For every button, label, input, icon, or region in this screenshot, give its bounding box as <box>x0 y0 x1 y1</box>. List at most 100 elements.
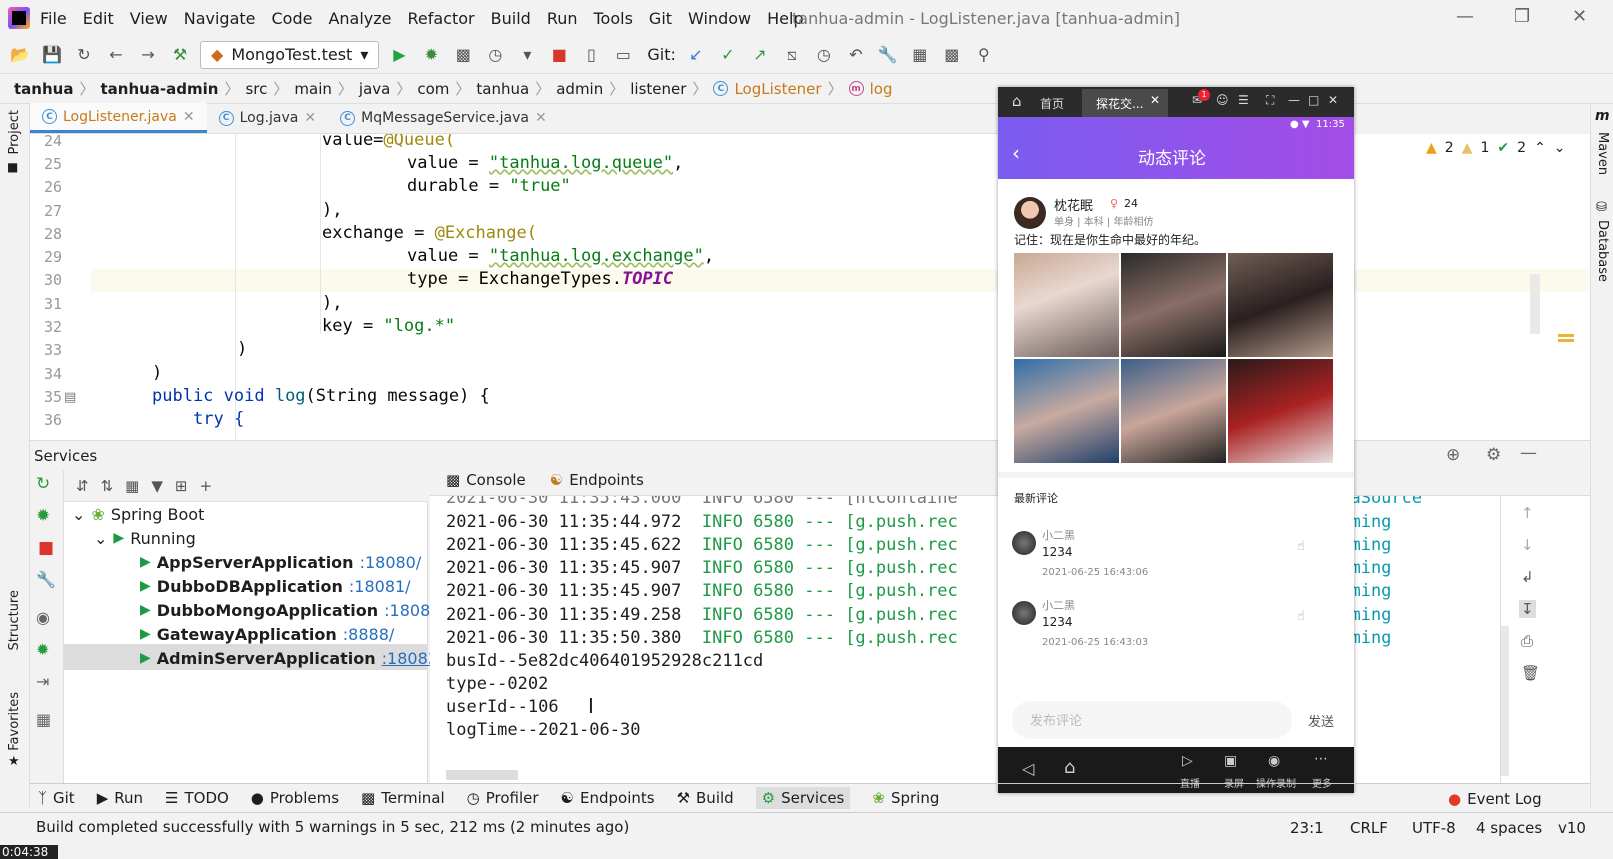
profile-icon[interactable]: ◷ <box>483 43 507 67</box>
git-update-icon[interactable]: ↙ <box>684 43 708 67</box>
down-icon[interactable]: ⌄ <box>1554 140 1566 156</box>
project-tool-label[interactable]: Project <box>7 110 22 154</box>
vcs-branch[interactable]: v10 <box>1558 819 1586 837</box>
home-icon[interactable]: ⌂ <box>1012 92 1022 110</box>
back-icon[interactable]: ← <box>104 43 128 67</box>
close-tab-icon[interactable]: ✕ <box>183 109 195 125</box>
back-nav-icon[interactable]: ◁ <box>1022 759 1034 778</box>
tool-tab-spring[interactable]: ❀ Spring <box>872 789 939 807</box>
camera-icon[interactable]: ◉ <box>36 608 50 627</box>
tool-tab-todo[interactable]: ☰ TODO <box>165 789 229 807</box>
stop-icon[interactable]: ■ <box>547 43 571 67</box>
favorites-tool-label[interactable]: Favorites <box>7 692 22 751</box>
crumb-class[interactable]: LogListener <box>734 80 821 98</box>
tool-tab-run[interactable]: ▶ Run <box>97 789 143 807</box>
indent-setting[interactable]: 4 spaces <box>1476 819 1542 837</box>
gear-icon[interactable]: ⚙ <box>1486 445 1501 465</box>
tree-spring-boot[interactable]: ⌄ ❀ Spring Boot <box>72 502 204 526</box>
warning-marker[interactable] <box>1558 339 1574 342</box>
crumb-method[interactable]: log <box>870 80 893 98</box>
rerun-icon[interactable]: ↻ <box>36 474 50 494</box>
add-icon[interactable]: + <box>199 477 212 495</box>
record-icon[interactable]: ▣ <box>1224 753 1237 769</box>
debug-icon[interactable]: ✹ <box>419 43 443 67</box>
structure-tool-label[interactable]: Structure <box>7 590 22 650</box>
forward-icon[interactable]: → <box>136 43 160 67</box>
run-configuration-select[interactable]: ◆ MongoTest.test ▾ <box>200 40 380 69</box>
filter-icon[interactable]: ▼ <box>151 477 163 495</box>
trash-icon[interactable]: 🗑 <box>1521 664 1540 682</box>
avatar[interactable] <box>1012 531 1036 555</box>
menu-git[interactable]: Git <box>649 9 672 28</box>
maximize-icon[interactable]: □ <box>1308 93 1319 107</box>
git-push-icon[interactable]: ↗ <box>748 43 772 67</box>
more-run-icon[interactable]: ▾ <box>515 43 539 67</box>
scroll-down-icon[interactable]: ↓ <box>1521 536 1534 554</box>
crumb-java[interactable]: java <box>359 80 390 98</box>
tool-tab-services[interactable]: ⚙ Services <box>755 787 851 809</box>
tree-app[interactable]: ▶ DubboMongoApplication :18082/ <box>140 598 446 622</box>
more-icon[interactable]: ⋯ <box>1314 751 1328 767</box>
send-button[interactable]: 发送 <box>1308 711 1334 730</box>
menu-analyze[interactable]: Analyze <box>328 9 391 28</box>
menu-tools[interactable]: Tools <box>594 9 633 28</box>
post-photo[interactable] <box>1014 253 1119 357</box>
soft-wrap-icon[interactable]: ↲ <box>1521 568 1534 586</box>
menu-navigate[interactable]: Navigate <box>184 9 256 28</box>
sync-icon[interactable]: ↻ <box>72 43 96 67</box>
minimize-icon[interactable]: — <box>1456 6 1474 27</box>
tab-log[interactable]: C Log.java ✕ <box>207 103 329 133</box>
tool-tab-build[interactable]: ⚒ Build <box>677 789 734 807</box>
crumb-main[interactable]: main <box>294 80 331 98</box>
crumb-listener[interactable]: listener <box>630 80 686 98</box>
crumb-project[interactable]: tanhua <box>14 80 73 98</box>
avatar[interactable] <box>1012 601 1036 625</box>
close-tab-icon[interactable]: ✕ <box>535 110 547 126</box>
post-photo[interactable] <box>1121 253 1226 357</box>
menu-code[interactable]: Code <box>272 9 313 28</box>
search-icon[interactable]: ⚲ <box>972 43 996 67</box>
close-tab-icon[interactable]: ✕ <box>304 110 316 126</box>
bug-icon[interactable]: ✹ <box>36 640 49 659</box>
close-icon[interactable]: ✕ <box>1328 93 1338 107</box>
collapse-all-icon[interactable]: ⇅ <box>101 477 114 495</box>
post-photo[interactable] <box>1014 359 1119 463</box>
git-commit-icon[interactable]: ✓ <box>716 43 740 67</box>
hide-icon[interactable]: — <box>1520 443 1537 463</box>
gutter-method-icon[interactable]: ▤ <box>64 390 76 405</box>
open-folder-icon[interactable]: 📂 <box>8 43 32 67</box>
post-photo[interactable] <box>1228 253 1333 357</box>
wrench-icon[interactable]: 🔧 <box>36 570 56 589</box>
crosshair-icon[interactable]: ⊕ <box>1446 445 1460 465</box>
menu-icon[interactable]: ☰ <box>1238 93 1249 107</box>
caret-position[interactable]: 23:1 <box>1290 819 1324 837</box>
app-port-link[interactable]: :18080/ <box>360 553 422 572</box>
menu-view[interactable]: View <box>130 9 168 28</box>
tree-app[interactable]: ▶ GatewayApplication :8888/ <box>140 622 394 646</box>
user-icon[interactable]: ☺ <box>1216 93 1229 107</box>
menu-edit[interactable]: Edit <box>83 9 114 28</box>
close-icon[interactable]: ✕ <box>1572 6 1587 27</box>
expand-all-icon[interactable]: ⇵ <box>76 477 89 495</box>
history-icon[interactable]: ◷ <box>812 43 836 67</box>
like-icon[interactable]: ☝ <box>1297 539 1305 554</box>
tool-tab-problems[interactable]: ● Problems <box>251 789 339 807</box>
tab-loglistener[interactable]: C LogListener.java ✕ <box>30 103 207 133</box>
project-structure-icon[interactable]: ▦ <box>908 43 932 67</box>
inspection-widget[interactable]: ▲ 2 ▲ 1 ✔ 2 ⌃ ⌄ <box>1426 140 1566 156</box>
debug-icon[interactable]: ✹ <box>36 506 50 526</box>
wrench-icon[interactable]: 🔧 <box>876 43 900 67</box>
layout-icon[interactable]: ▦ <box>36 710 51 729</box>
crumb-tanhua[interactable]: tanhua <box>476 80 529 98</box>
tree-app[interactable]: ▶ AppServerApplication :18080/ <box>140 550 421 574</box>
emulator-tab-home[interactable]: 首页 <box>1040 95 1064 112</box>
tree-running[interactable]: ⌄ ▶ Running <box>94 526 196 550</box>
minimize-icon[interactable]: — <box>1288 93 1300 107</box>
post-photo[interactable] <box>1121 359 1226 463</box>
app-port-link[interactable]: :8888/ <box>343 625 395 644</box>
crumb-src[interactable]: src <box>245 80 267 98</box>
menu-build[interactable]: Build <box>491 9 531 28</box>
code-editor[interactable]: 24 25 26 27 28 29 30 31 32 33 34 35 36 ▤… <box>30 134 1590 440</box>
warning-marker[interactable] <box>1558 334 1574 337</box>
exit-icon[interactable]: ⇥ <box>36 672 49 691</box>
